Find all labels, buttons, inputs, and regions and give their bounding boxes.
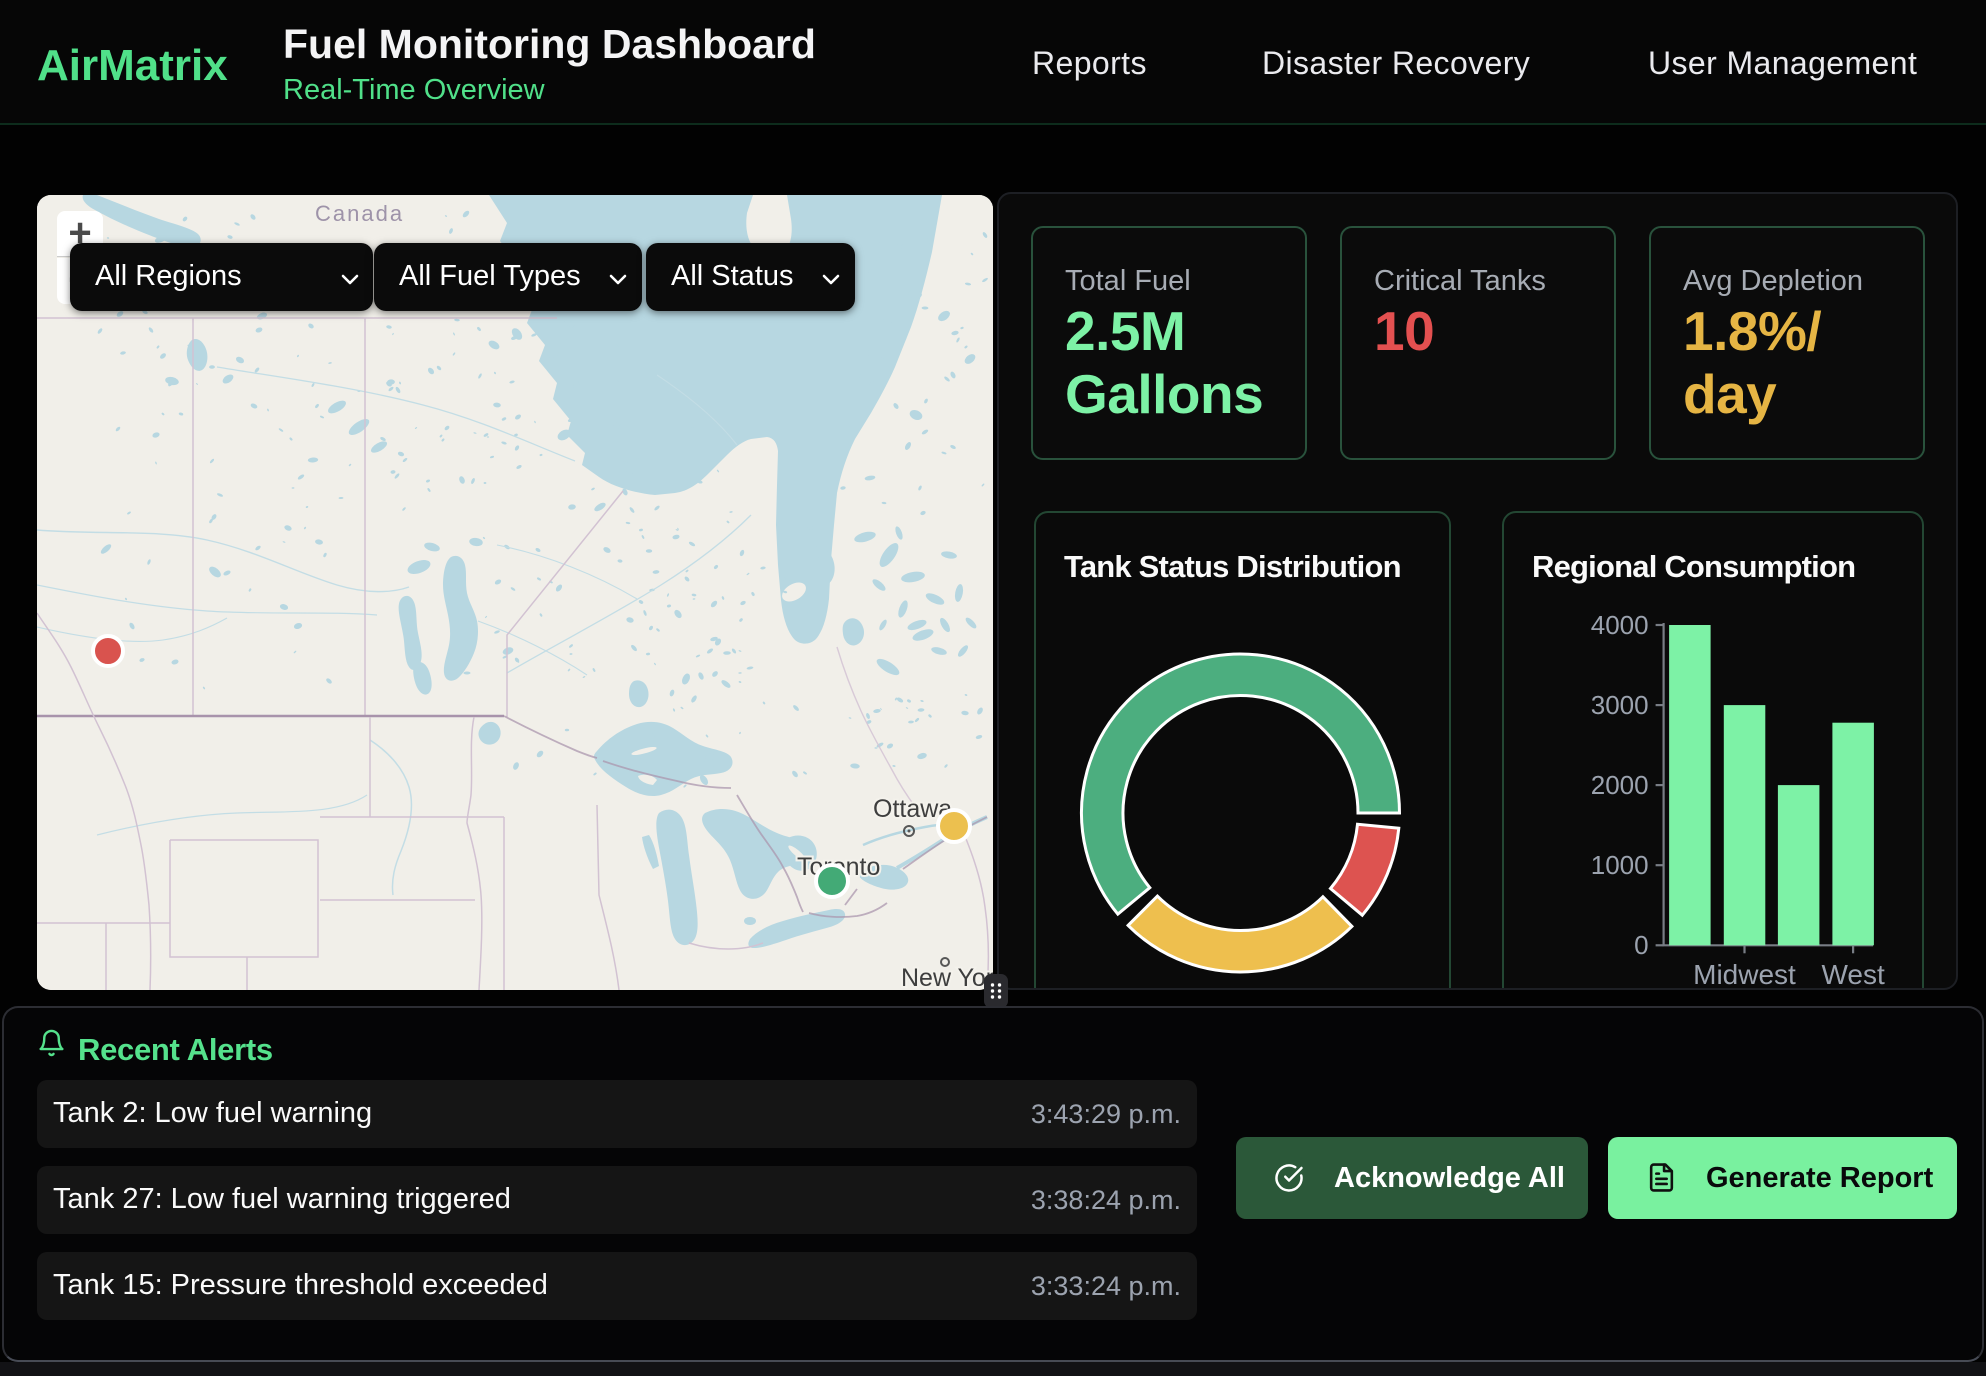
- svg-text:1000: 1000: [1591, 850, 1649, 880]
- svg-text:West: West: [1821, 959, 1884, 990]
- svg-text:0: 0: [1634, 930, 1648, 960]
- svg-text:4000: 4000: [1591, 610, 1649, 640]
- svg-text:Canada: Canada: [315, 201, 404, 226]
- svg-text:New York: New York: [901, 964, 993, 990]
- svg-text:3000: 3000: [1591, 690, 1649, 720]
- svg-text:2000: 2000: [1591, 770, 1649, 800]
- svg-text:Midwest: Midwest: [1693, 959, 1796, 990]
